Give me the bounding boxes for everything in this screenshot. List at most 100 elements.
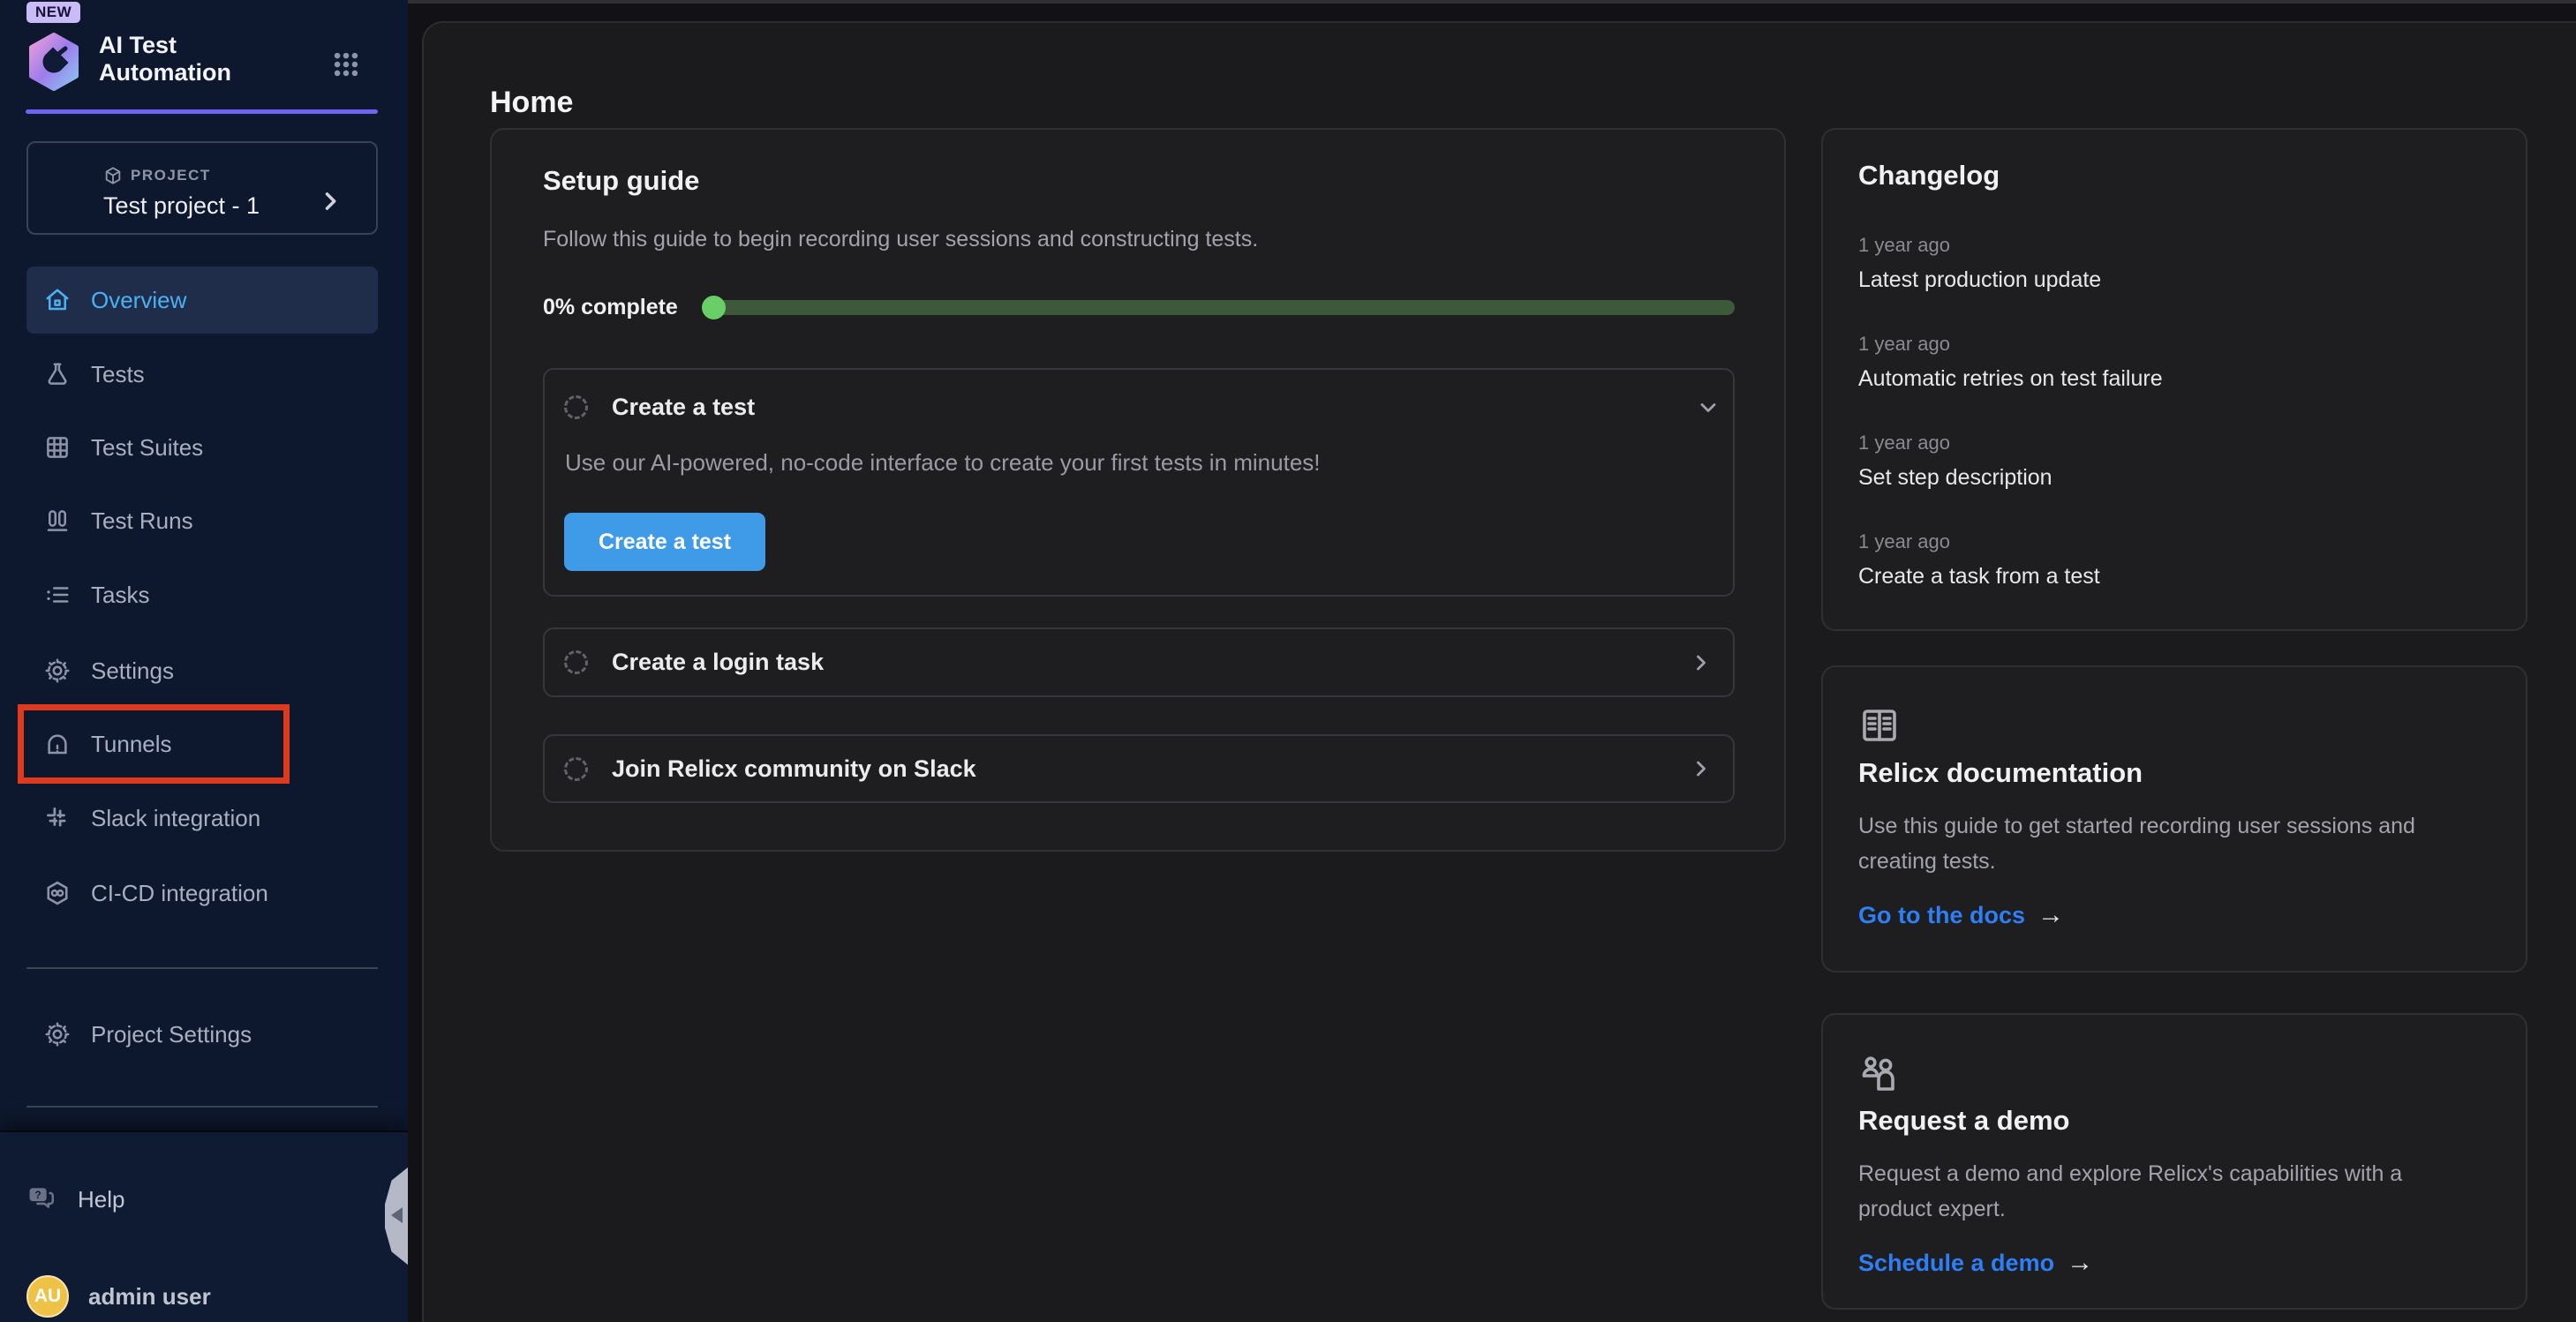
help-label: Help [78,1186,124,1213]
demo-description: Request a demo and explore Relicx's capa… [1858,1156,2459,1227]
documentation-title: Relicx documentation [1858,757,2143,789]
request-demo-card: Request a demo Request a demo and explor… [1821,1013,2527,1310]
changelog-title: Changelog [1858,160,2000,192]
setup-guide-title: Setup guide [543,165,699,197]
new-badge: NEW [26,2,80,23]
sidebar-item-label: Project Settings [91,1021,252,1048]
chevron-right-icon [1689,650,1714,675]
help-button[interactable]: ? Help [26,1173,309,1226]
content-panel: Home Setup guide Follow this guide to be… [422,21,2576,1322]
incomplete-step-icon [564,395,588,419]
main-content: Home Setup guide Follow this guide to be… [408,0,2576,1322]
sidebar-item-label: Slack integration [91,805,260,832]
test-runs-icon [44,507,71,534]
step-description: Use our AI-powered, no-code interface to… [565,449,1321,477]
changelog-entry-time: 1 year ago [1858,333,1950,356]
sidebar-item-tunnels[interactable]: Tunnels [26,710,378,777]
changelog-entry-time: 1 year ago [1858,530,1950,553]
cube-icon [103,166,123,185]
app-logo-icon [27,33,80,91]
svg-text:?: ? [34,1189,41,1201]
incomplete-step-icon [564,757,588,781]
app-title: AI Test Automation [99,32,231,86]
go-to-docs-link[interactable]: Go to the docs → [1858,900,2064,930]
arrow-right-icon: → [2037,900,2064,930]
documentation-description: Use this guide to get started recording … [1858,808,2459,879]
sidebar-item-label: Tests [91,361,145,388]
sidebar-item-label: CI-CD integration [91,880,268,907]
changelog-card: Changelog 1 year ago Latest production u… [1821,128,2527,631]
tunnel-icon [44,731,71,757]
help-chat-icon: ? [26,1184,56,1214]
changelog-entry-time: 1 year ago [1858,234,1950,257]
sidebar-item-tasks[interactable]: Tasks [26,561,378,628]
grid-icon [44,434,71,461]
chevron-right-icon [318,189,343,214]
sidebar-item-label: Tunnels [91,731,172,758]
step-create-a-test: Create a test Use our AI-powered, no-cod… [543,368,1735,597]
arrow-right-icon: → [2067,1248,2093,1278]
setup-guide-description: Follow this guide to begin recording use… [543,227,1258,252]
sidebar-item-cicd-integration[interactable]: CI-CD integration [26,860,378,927]
sidebar-divider [26,1106,378,1108]
sidebar-item-overview[interactable]: Overview [26,267,378,334]
sidebar-item-settings[interactable]: Settings [26,637,378,704]
project-name: Test project - 1 [103,192,260,220]
sidebar-footer: ? Help AU admin user [0,1130,408,1322]
sidebar-item-label: Test Suites [91,434,203,462]
user-name: admin user [88,1283,211,1311]
sidebar-item-project-settings[interactable]: Project Settings [26,1001,378,1068]
changelog-entry-time: 1 year ago [1858,432,1950,454]
demo-title: Request a demo [1858,1105,2069,1137]
sidebar-item-test-suites[interactable]: Test Suites [26,414,378,481]
brand-accent-divider [26,109,378,114]
progress-bar [703,300,1735,315]
step-create-a-login-task[interactable]: Create a login task [543,627,1735,697]
people-icon [1858,1052,1901,1094]
sidebar-item-label: Settings [91,657,174,685]
project-label: PROJECT [131,167,211,184]
documentation-card: Relicx documentation Use this guide to g… [1821,665,2527,973]
sidebar-item-test-runs[interactable]: Test Runs [26,487,378,554]
incomplete-step-icon [564,650,588,674]
progress-indicator-dot [702,296,726,319]
step-header[interactable]: Create a test [564,394,1721,421]
step-join-slack-community[interactable]: Join Relicx community on Slack [543,734,1735,803]
flask-icon [44,361,71,387]
gear-icon [44,657,71,684]
sidebar-divider [26,967,378,969]
step-title: Create a login task [612,649,824,676]
page-title: Home [490,86,573,120]
sidebar: NEW AI Test Automation [0,0,408,1322]
create-a-test-button[interactable]: Create a test [564,513,765,571]
chevron-right-icon [1689,756,1714,781]
setup-guide-card: Setup guide Follow this guide to begin r… [490,128,1786,852]
sidebar-item-slack-integration[interactable]: Slack integration [26,785,378,852]
step-title: Create a test [612,394,755,421]
project-selector[interactable]: PROJECT Test project - 1 [26,141,378,235]
sidebar-item-tests[interactable]: Tests [26,341,378,408]
apps-grid-icon[interactable] [331,49,361,79]
sidebar-item-label: Tasks [91,582,149,609]
avatar: AU [26,1275,69,1318]
gear-icon [44,1021,71,1048]
changelog-entry-text: Automatic retries on test failure [1858,366,2163,392]
setup-progress: 0% complete [543,292,1735,322]
changelog-entry-text: Create a task from a test [1858,564,2100,590]
tasks-list-icon [44,582,71,608]
sidebar-item-label: Overview [91,287,186,314]
changelog-entry-text: Set step description [1858,465,2053,491]
step-title: Join Relicx community on Slack [612,755,976,783]
chevron-left-icon [391,1207,403,1223]
chevron-down-icon [1696,395,1721,420]
sidebar-item-label: Test Runs [91,507,193,535]
app-root: NEW AI Test Automation [0,0,2576,1322]
home-icon [44,287,71,313]
top-edge-strip [408,0,2576,4]
user-menu[interactable]: AU admin user [26,1273,362,1319]
infinity-hexagon-icon [44,880,71,906]
book-icon [1858,704,1901,747]
slack-icon [44,805,71,831]
progress-label: 0% complete [543,295,678,320]
schedule-demo-link[interactable]: Schedule a demo → [1858,1248,2093,1278]
